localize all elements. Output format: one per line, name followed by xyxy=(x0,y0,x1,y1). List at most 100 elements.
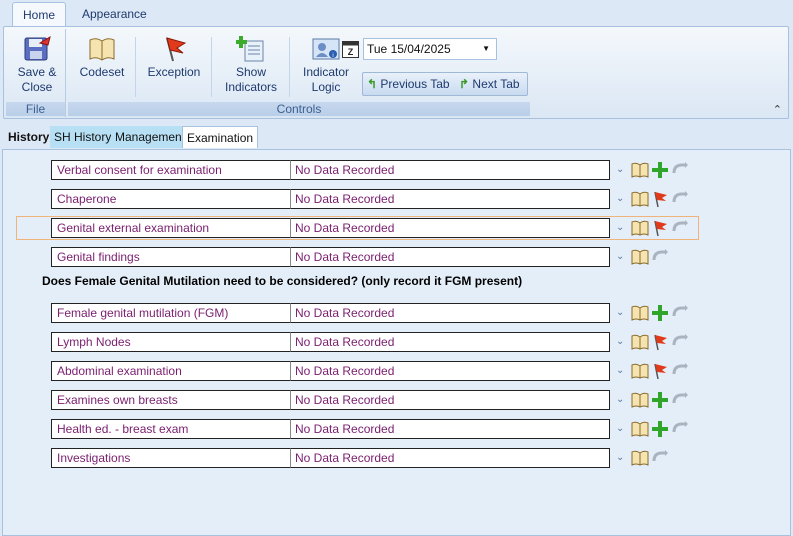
previous-arrow-icon: ↰ xyxy=(367,77,378,91)
undo-icon[interactable] xyxy=(671,391,689,409)
row-actions: ⌄ xyxy=(614,189,704,209)
divider xyxy=(211,37,212,97)
row-actions: ⌄ xyxy=(614,303,704,323)
next-arrow-icon: ↱ xyxy=(459,77,470,91)
fgm-question: Does Female Genital Mutilation need to b… xyxy=(42,274,523,288)
ribbon-tab-bar: Home Appearance xyxy=(0,0,793,28)
book-icon[interactable] xyxy=(631,449,649,467)
ribbon: Save & Close File Codeset Exception Show… xyxy=(3,26,789,119)
book-icon[interactable] xyxy=(631,333,649,351)
row-label: Chaperone xyxy=(51,189,291,209)
tab-management[interactable]: Management xyxy=(111,126,190,148)
divider xyxy=(135,37,136,97)
calendar-icon: Z xyxy=(342,41,359,58)
row-label: Abdominal examination xyxy=(51,361,291,381)
add-icon[interactable] xyxy=(651,304,669,322)
row-value-field[interactable]: No Data Recorded xyxy=(290,448,610,468)
row-actions: ⌄ xyxy=(614,448,704,468)
exception-label: Exception xyxy=(147,65,201,79)
book-icon[interactable] xyxy=(631,420,649,438)
collapse-ribbon-icon[interactable]: ⌃ xyxy=(773,103,782,116)
flag-icon[interactable] xyxy=(651,333,669,351)
show-indicators-label: Show Indicators xyxy=(224,65,278,94)
book-icon[interactable] xyxy=(631,190,649,208)
book-icon[interactable] xyxy=(631,161,649,179)
row-value-field[interactable]: No Data Recorded xyxy=(290,332,610,352)
svg-text:i: i xyxy=(332,53,333,59)
divider xyxy=(289,37,290,97)
indicator-logic-icon: i xyxy=(312,38,340,60)
add-icon[interactable] xyxy=(651,391,669,409)
tab-appearance[interactable]: Appearance xyxy=(72,2,157,26)
row-label: Investigations xyxy=(51,448,291,468)
codeset-button[interactable]: Codeset xyxy=(72,31,132,80)
undo-icon[interactable] xyxy=(671,304,689,322)
add-icon[interactable] xyxy=(651,420,669,438)
examination-panel: Does Female Genital Mutilation need to b… xyxy=(2,149,791,536)
previous-tab-button[interactable]: ↰ Previous Tab xyxy=(367,75,450,93)
tab-navigation: ↰ Previous Tab ↱ Next Tab xyxy=(362,72,528,96)
row-actions: ⌄ xyxy=(614,419,704,439)
tab-history[interactable]: History xyxy=(4,126,53,148)
book-icon xyxy=(89,38,115,61)
file-group: Save & Close File xyxy=(6,29,66,117)
row-label: Lymph Nodes xyxy=(51,332,291,352)
row-label: Female genital mutilation (FGM) xyxy=(51,303,291,323)
tab-examination[interactable]: Examination xyxy=(182,126,259,148)
row-value-field[interactable]: No Data Recorded xyxy=(290,218,610,238)
indicator-logic-label: Indicator Logic xyxy=(302,65,350,94)
book-icon[interactable] xyxy=(631,391,649,409)
section-tabs: History SH History Management Examinatio… xyxy=(2,126,793,150)
tab-home[interactable]: Home xyxy=(12,2,67,28)
add-icon[interactable] xyxy=(651,161,669,179)
undo-icon[interactable] xyxy=(651,449,669,467)
row-value-field[interactable]: No Data Recorded xyxy=(290,361,610,381)
row-actions: ⌄ xyxy=(614,361,704,381)
svg-text:Z: Z xyxy=(348,47,354,57)
undo-icon[interactable] xyxy=(671,219,689,237)
flag-icon xyxy=(166,37,187,62)
row-label: Verbal consent for examination xyxy=(51,160,291,180)
row-label: Health ed. - breast exam xyxy=(51,419,291,439)
chevron-down-icon[interactable]: ▼ xyxy=(482,39,490,59)
row-actions: ⌄ xyxy=(614,218,704,238)
undo-icon[interactable] xyxy=(671,362,689,380)
row-value-field[interactable]: No Data Recorded xyxy=(290,247,610,267)
file-group-label: File xyxy=(6,102,65,116)
show-indicators-icon xyxy=(236,36,264,62)
next-tab-label: Next Tab xyxy=(472,77,520,91)
undo-icon[interactable] xyxy=(671,190,689,208)
book-icon[interactable] xyxy=(631,362,649,380)
save-close-label: Save & Close xyxy=(17,65,57,94)
next-tab-button[interactable]: ↱ Next Tab xyxy=(459,75,520,93)
undo-icon[interactable] xyxy=(671,333,689,351)
row-value-field[interactable]: No Data Recorded xyxy=(290,303,610,323)
previous-tab-label: Previous Tab xyxy=(380,77,450,91)
show-indicators-button[interactable]: Show Indicators xyxy=(216,31,286,95)
row-value-field[interactable]: No Data Recorded xyxy=(290,189,610,209)
book-icon[interactable] xyxy=(631,219,649,237)
undo-icon[interactable] xyxy=(671,161,689,179)
controls-group: Codeset Exception Show Indicators i Indi… xyxy=(68,29,530,117)
undo-icon[interactable] xyxy=(651,248,669,266)
row-value-field[interactable]: No Data Recorded xyxy=(290,160,610,180)
flag-icon[interactable] xyxy=(651,190,669,208)
flag-icon[interactable] xyxy=(651,219,669,237)
row-label: Genital findings xyxy=(51,247,291,267)
date-picker[interactable]: Z Tue 15/04/2025 ▼ xyxy=(342,38,497,60)
date-value: Tue 15/04/2025 xyxy=(367,42,451,56)
book-icon[interactable] xyxy=(631,304,649,322)
row-label: Examines own breasts xyxy=(51,390,291,410)
controls-group-label: Controls xyxy=(68,102,530,116)
row-value-field[interactable]: No Data Recorded xyxy=(290,419,610,439)
row-value-field[interactable]: No Data Recorded xyxy=(290,390,610,410)
save-close-button[interactable]: Save & Close xyxy=(10,31,64,95)
book-icon[interactable] xyxy=(631,248,649,266)
undo-icon[interactable] xyxy=(671,420,689,438)
save-icon xyxy=(24,35,51,61)
flag-icon[interactable] xyxy=(651,362,669,380)
exception-button[interactable]: Exception xyxy=(140,31,208,80)
row-actions: ⌄ xyxy=(614,160,704,180)
tab-sh-history[interactable]: SH History xyxy=(50,126,116,148)
row-actions: ⌄ xyxy=(614,390,704,410)
